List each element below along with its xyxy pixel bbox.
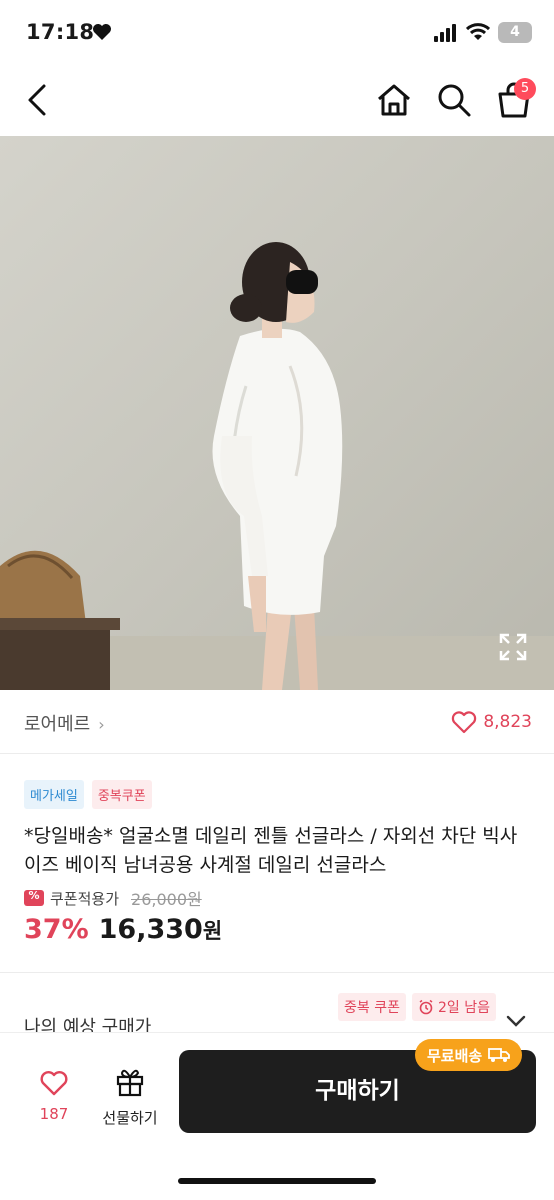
chevron-down-icon[interactable] [506,1014,526,1028]
discount-rate: 37% [24,914,89,945]
promo-tags: 메가세일 중복쿠폰 [24,780,152,809]
days-left-tag: 2일 남음 [412,993,496,1021]
product-photo [0,136,554,690]
clock: 17:18 [26,20,95,44]
gift-label: 선물하기 [102,1109,158,1127]
gift-button[interactable]: 선물하기 [96,1065,164,1128]
brand-like-button[interactable]: 8,823 [451,710,532,734]
status-bar: 17:18 4 [0,0,554,66]
alarm-clock-icon [419,999,433,1015]
cellular-signal-icon [434,24,456,42]
search-icon[interactable] [434,80,474,120]
heart-outline-icon [452,711,477,734]
coupon-price-row: 쿠폰적용가 26,000원 [24,886,202,910]
gift-icon [116,1069,144,1097]
heart-status-icon [93,24,111,40]
sale-price: 16,330 [98,914,203,945]
brand-row: 로어메르 › 8,823 [0,690,554,754]
delivery-truck-icon [488,1048,511,1062]
price-unit: 원 [202,919,223,943]
home-indicator [178,1178,376,1184]
free-shipping-label: 무료배송 [427,1046,483,1065]
back-arrow-icon[interactable] [20,80,56,120]
fullscreen-expand-icon[interactable] [498,632,528,662]
free-shipping-badge: 무료배송 [415,1039,523,1071]
wifi-icon [466,23,490,40]
days-left-text: 2일 남음 [438,1000,490,1016]
heart-outline-icon [40,1071,68,1096]
product-title: *당일배송* 얼굴소멸 데일리 젠틀 선글라스 / 자외선 차단 빅사이즈 베이… [24,825,518,876]
home-icon[interactable] [374,80,414,120]
duplicate-coupon-tag: 중복 쿠폰 [338,993,406,1021]
tag-duplicate-coupon: 중복쿠폰 [91,780,152,809]
product-image[interactable] [0,136,554,690]
coupon-icon [24,889,44,906]
top-nav [0,66,554,136]
brand-like-count: 8,823 [483,712,532,732]
chevron-right-icon: › [98,715,105,734]
price-row: 37% 16,330 원 [24,914,222,945]
original-price: 26,000원 [131,890,202,909]
cart-count-badge: 5 [514,78,536,100]
coupon-label: 쿠폰적용가 [50,889,120,908]
battery-icon: 4 [498,22,532,43]
brand-link[interactable]: 로어메르 › [24,710,105,736]
brand-name: 로어메르 [24,714,91,735]
tag-mega-sale: 메가세일 [24,780,84,809]
wishlist-count: 187 [39,1105,69,1123]
divider [0,972,554,973]
wishlist-button[interactable]: 187 [34,1069,74,1123]
